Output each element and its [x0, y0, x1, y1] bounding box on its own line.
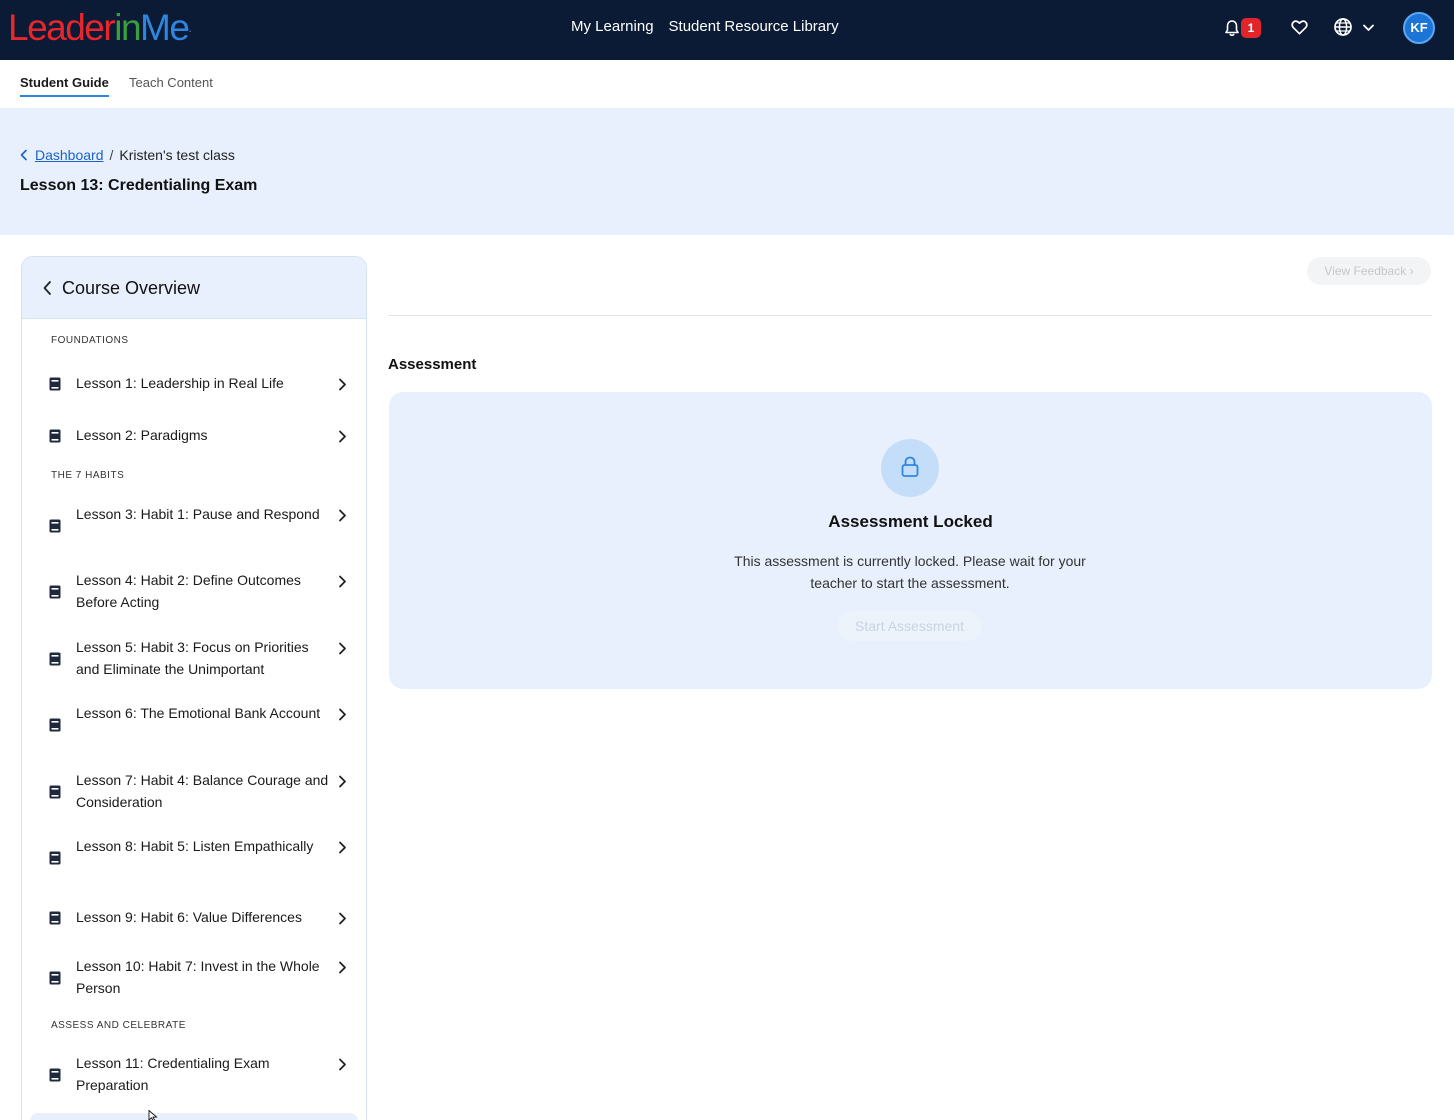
bell-icon[interactable] [1224, 19, 1240, 37]
view-feedback-button[interactable]: View Feedback › [1307, 257, 1431, 285]
sidebar-next-item-highlight[interactable] [30, 1113, 358, 1120]
book-icon [49, 911, 61, 925]
sidebar-lesson-label: Lesson 5: Habit 3: Focus on Priorities a… [76, 639, 309, 677]
assessment-locked-card: Assessment Locked This assessment is cur… [389, 392, 1432, 689]
start-assessment-button[interactable]: Start Assessment [838, 611, 981, 641]
notification-badge: 1 [1241, 18, 1261, 38]
chevron-right-icon [339, 708, 346, 721]
sidebar-lesson-10[interactable]: Lesson 10: Habit 7: Invest in the Whole … [22, 956, 366, 1000]
sidebar-lesson-2[interactable]: Lesson 2: Paradigms [22, 425, 366, 447]
sidebar-lesson-label: Lesson 11: Credentialing Exam Preparatio… [76, 1055, 270, 1093]
chevron-right-icon [339, 1058, 346, 1071]
mouse-cursor-icon [148, 1110, 158, 1120]
chevron-right-icon [339, 575, 346, 588]
sub-tabs: Student Guide Teach Content [0, 60, 1454, 108]
chevron-right-icon [339, 912, 346, 925]
course-overview-header[interactable]: Course Overview [22, 257, 366, 319]
book-icon [49, 519, 61, 533]
section-label-foundations: FOUNDATIONS [51, 335, 129, 346]
globe-icon[interactable] [1333, 17, 1353, 37]
book-icon [49, 585, 61, 599]
user-avatar[interactable]: KF [1403, 12, 1435, 44]
chevron-right-icon [339, 509, 346, 522]
logo-leader: Leader [8, 7, 116, 48]
sidebar-lesson-3[interactable]: Lesson 3: Habit 1: Pause and Respond [22, 504, 366, 548]
assessment-section-title: Assessment [388, 356, 477, 373]
page-title: Lesson 13: Credentialing Exam [20, 177, 258, 194]
logo-me: Me [140, 7, 190, 48]
section-label-7-habits: THE 7 HABITS [51, 470, 125, 481]
sidebar-lesson-label: Lesson 3: Habit 1: Pause and Respond [76, 506, 320, 522]
chevron-down-icon[interactable] [1362, 21, 1375, 34]
chevron-right-icon [339, 378, 346, 391]
sidebar-lesson-4[interactable]: Lesson 4: Habit 2: Define Outcomes Befor… [22, 570, 366, 614]
book-icon [49, 652, 61, 666]
section-label-assess-and-celebrate: ASSESS AND CELEBRATE [51, 1020, 186, 1031]
sidebar-lesson-7[interactable]: Lesson 7: Habit 4: Balance Courage and C… [22, 770, 366, 814]
chevron-left-icon [43, 281, 51, 295]
assessment-locked-message: This assessment is currently locked. Ple… [734, 553, 1086, 591]
chevron-right-icon [339, 642, 346, 655]
book-icon [49, 785, 61, 799]
book-icon [49, 377, 61, 391]
sidebar-lesson-5[interactable]: Lesson 5: Habit 3: Focus on Priorities a… [22, 637, 366, 681]
tab-student-guide[interactable]: Student Guide [20, 75, 109, 97]
sidebar-lesson-label: Lesson 8: Habit 5: Listen Empathically [76, 838, 314, 854]
course-overview-sidebar: Course Overview FOUNDATIONS Lesson 1: Le… [21, 256, 367, 1120]
sidebar-lesson-label: Lesson 4: Habit 2: Define Outcomes Befor… [76, 572, 301, 610]
course-overview-title: Course Overview [62, 278, 201, 298]
view-feedback-label: View Feedback [1324, 264, 1407, 278]
heart-icon[interactable] [1290, 18, 1309, 37]
book-icon [49, 971, 61, 985]
sidebar-lesson-9[interactable]: Lesson 9: Habit 6: Value Differences [22, 907, 366, 929]
book-icon [49, 851, 61, 865]
sidebar-lesson-8[interactable]: Lesson 8: Habit 5: Listen Empathically [22, 836, 366, 880]
breadcrumb-dashboard-link[interactable]: Dashboard [35, 147, 104, 163]
leader-in-me-logo[interactable]: LeaderinMe. [8, 8, 192, 48]
chevron-right-icon: › [1409, 264, 1414, 278]
chevron-right-icon [339, 430, 346, 443]
lock-badge [881, 439, 939, 497]
logo-in: in [114, 7, 141, 48]
sidebar-lesson-label: Lesson 9: Habit 6: Value Differences [76, 909, 302, 925]
lock-icon [901, 456, 919, 477]
book-icon [49, 429, 61, 443]
assessment-locked-title: Assessment Locked [828, 512, 993, 531]
sidebar-lesson-label: Lesson 10: Habit 7: Invest in the Whole … [76, 958, 320, 996]
sidebar-lesson-label: Lesson 6: The Emotional Bank Account [76, 705, 321, 721]
chevron-right-icon [339, 841, 346, 854]
book-icon [49, 718, 61, 732]
sidebar-lesson-label: Lesson 1: Leadership in Real Life [76, 375, 284, 391]
sidebar-lesson-6[interactable]: Lesson 6: The Emotional Bank Account [22, 703, 366, 747]
breadcrumb: Dashboard / Kristen's test class [35, 147, 235, 164]
lesson-header [0, 108, 1454, 235]
sidebar-lesson-1[interactable]: Lesson 1: Leadership in Real Life [22, 373, 366, 395]
chevron-left-icon[interactable] [19, 149, 29, 161]
book-icon [49, 1068, 61, 1082]
sidebar-lesson-label: Lesson 2: Paradigms [76, 427, 208, 443]
tab-teach-content[interactable]: Teach Content [129, 75, 213, 91]
nav-student-resource-library[interactable]: Student Resource Library [669, 18, 839, 36]
nav-my-learning[interactable]: My Learning [571, 18, 654, 36]
chevron-right-icon [339, 775, 346, 788]
chevron-right-icon [339, 961, 346, 974]
sidebar-lesson-11[interactable]: Lesson 11: Credentialing Exam Preparatio… [22, 1053, 366, 1097]
top-navbar: LeaderinMe. My Learning Student Resource… [0, 0, 1454, 60]
sidebar-lesson-label: Lesson 7: Habit 4: Balance Courage and C… [76, 772, 329, 810]
breadcrumb-current: Kristen's test class [119, 147, 235, 163]
main-nav: My Learning Student Resource Library [571, 18, 839, 36]
breadcrumb-separator: / [109, 147, 114, 163]
logo-dot: . [188, 21, 192, 35]
content-divider [388, 315, 1432, 316]
